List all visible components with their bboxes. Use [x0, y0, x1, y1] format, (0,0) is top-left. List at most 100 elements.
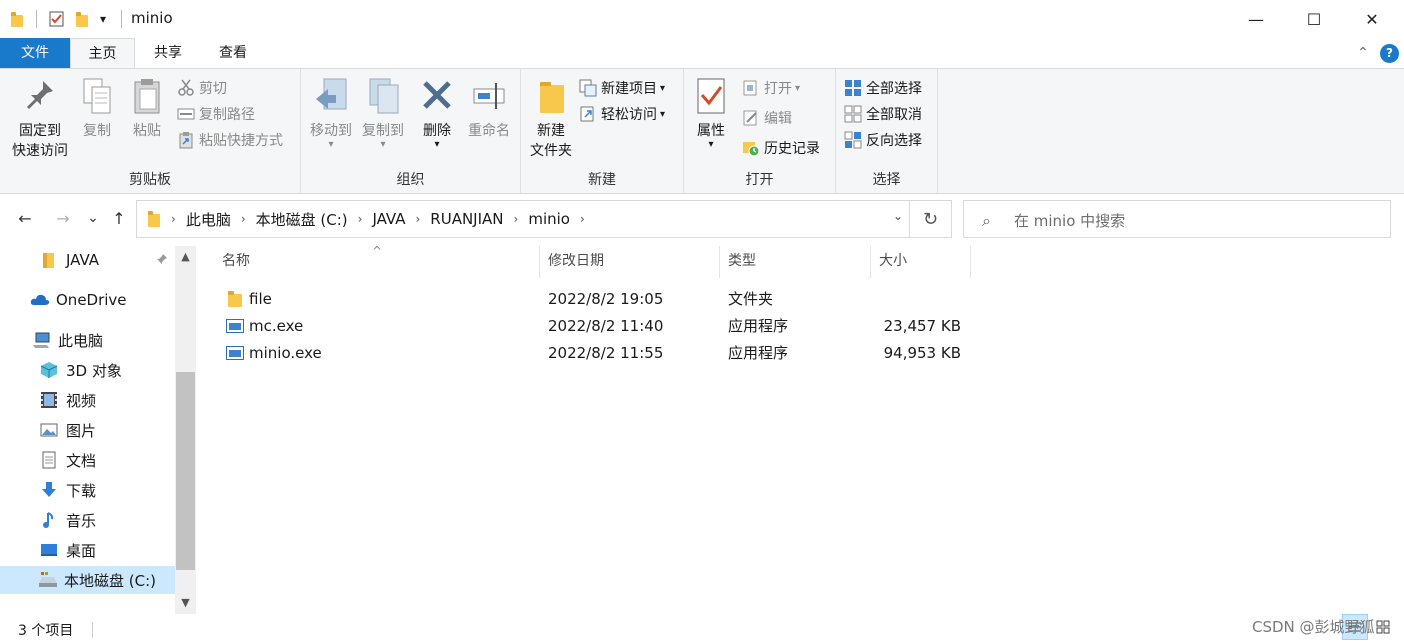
- properties-button[interactable]: 属性 ▾: [690, 75, 732, 150]
- new-item-button[interactable]: 新建项目 ▾: [579, 77, 665, 99]
- sidebar-item[interactable]: 文档: [0, 446, 175, 474]
- chevron-right-icon[interactable]: ›: [413, 212, 422, 226]
- clipboard-group: 固定到 快速访问 复制 粘贴 剪切 复制路径 粘贴快捷方式 剪贴板: [0, 69, 301, 193]
- breadcrumb: › 此电脑 › 本地磁盘 (C:) › JAVA › RUANJIAN › minio ›: [147, 201, 587, 237]
- sidebar-item-label: 图片: [66, 421, 97, 440]
- copy-path-button[interactable]: 复制路径: [177, 103, 255, 125]
- open-button[interactable]: 打开 ▾: [742, 77, 800, 99]
- sidebar-item[interactable]: 桌面: [0, 536, 175, 564]
- cut-button[interactable]: 剪切: [177, 77, 227, 99]
- forward-button[interactable]: →: [52, 206, 74, 230]
- paste-shortcut-icon: [177, 131, 195, 149]
- modified-date-cell: 2022/8/2 11:40: [548, 317, 664, 335]
- scroll-down-button[interactable]: ▼: [175, 592, 196, 614]
- scroll-thumb[interactable]: [176, 372, 195, 570]
- copy-to-button[interactable]: 复制到 ▾: [357, 75, 409, 150]
- new-folder-button[interactable]: 新建 文件夹: [525, 75, 577, 161]
- address-history-dropdown[interactable]: ⌄: [893, 209, 903, 223]
- tab-home[interactable]: 主页: [70, 38, 135, 68]
- close-button[interactable]: ✕: [1343, 0, 1401, 38]
- address-bar[interactable]: › 此电脑 › 本地磁盘 (C:) › JAVA › RUANJIAN › minio › ⌄: [136, 200, 910, 238]
- folder-icon: [226, 291, 244, 307]
- sidebar-item[interactable]: 视频: [0, 386, 175, 414]
- new-folder-quick-access-button[interactable]: [74, 9, 90, 29]
- breadcrumb-item[interactable]: 此电脑: [178, 209, 239, 230]
- select-all-button[interactable]: 全部选择: [844, 77, 922, 99]
- breadcrumb-item[interactable]: JAVA: [364, 210, 413, 228]
- type-cell: 文件夹: [728, 290, 774, 308]
- pin-to-quick-access-button[interactable]: 固定到 快速访问: [6, 75, 74, 161]
- sidebar-item-label: 桌面: [66, 541, 97, 560]
- chevron-right-icon[interactable]: ›: [239, 212, 248, 226]
- scroll-up-button[interactable]: ▲: [175, 246, 196, 268]
- sidebar-item-label: 视频: [66, 391, 97, 410]
- paste-shortcut-button[interactable]: 粘贴快捷方式: [177, 129, 283, 151]
- sidebar-item-label: 此电脑: [58, 331, 104, 350]
- column-header-name[interactable]: 名称 ^: [214, 244, 540, 278]
- title-bar: ▾ minio — ☐ ✕: [0, 0, 1404, 38]
- tab-share[interactable]: 共享: [136, 38, 200, 68]
- move-to-icon: [314, 77, 348, 115]
- desktop-icon: [40, 541, 58, 559]
- sidebar-item[interactable]: 图片: [0, 416, 175, 444]
- select-group: 全部选择 全部取消 反向选择 选择: [836, 69, 938, 193]
- copy-button[interactable]: 复制: [76, 75, 118, 141]
- customize-quick-access-dropdown[interactable]: ▾: [100, 9, 106, 29]
- help-button[interactable]: ?: [1380, 44, 1399, 63]
- invert-selection-button[interactable]: 反向选择: [844, 129, 922, 151]
- sidebar-item[interactable]: 3D 对象: [0, 356, 175, 384]
- rename-button[interactable]: 重命名: [463, 75, 515, 141]
- recent-locations-button[interactable]: ⌄: [84, 206, 102, 230]
- sidebar-item[interactable]: JAVA: [0, 246, 175, 274]
- copy-path-icon: [177, 105, 195, 123]
- search-input[interactable]: ⌕ 在 minio 中搜索: [963, 200, 1391, 238]
- navigation-scrollbar[interactable]: ▲ ▼: [175, 246, 196, 614]
- breadcrumb-item[interactable]: minio: [520, 210, 578, 228]
- search-icon: ⌕: [982, 211, 991, 230]
- sidebar-item[interactable]: 音乐: [0, 506, 175, 534]
- sidebar-item[interactable]: 此电脑: [0, 326, 175, 354]
- maximize-button[interactable]: ☐: [1285, 0, 1343, 38]
- organize-group: 移动到 ▾ 复制到 ▾ 删除 ▾ 重命名 组织: [301, 69, 521, 193]
- tab-file[interactable]: 文件: [0, 38, 70, 68]
- history-button[interactable]: 历史记录: [742, 137, 820, 159]
- sidebar-item[interactable]: OneDrive: [0, 286, 175, 314]
- table-row[interactable]: minio.exe 2022/8/2 11:55 应用程序 94,953 KB: [214, 340, 974, 367]
- edit-button[interactable]: 编辑: [742, 107, 792, 129]
- easy-access-button[interactable]: 轻松访问 ▾: [579, 103, 665, 125]
- move-to-button[interactable]: 移动到 ▾: [305, 75, 357, 150]
- table-row[interactable]: file 2022/8/2 19:05 文件夹: [214, 286, 974, 313]
- tab-view[interactable]: 查看: [200, 38, 266, 68]
- file-list: 名称 ^ 修改日期 类型 大小 file 2022/8/2 19:05 文件夹 mc.…: [214, 244, 1404, 614]
- breadcrumb-item[interactable]: 本地磁盘 (C:): [248, 209, 356, 230]
- breadcrumb-item[interactable]: RUANJIAN: [422, 210, 511, 228]
- minimize-button[interactable]: —: [1227, 0, 1285, 38]
- select-none-button[interactable]: 全部取消: [844, 103, 922, 125]
- copy-to-icon: [366, 77, 400, 115]
- chevron-right-icon[interactable]: ›: [512, 212, 521, 226]
- up-button[interactable]: ↑: [108, 206, 130, 230]
- sidebar-item[interactable]: 本地磁盘 (C:): [0, 566, 175, 594]
- sidebar-item-label: 音乐: [66, 511, 97, 530]
- collapse-ribbon-button[interactable]: ⌃: [1352, 38, 1374, 68]
- chevron-right-icon[interactable]: ›: [578, 212, 587, 226]
- status-bar: 3 个项目: [0, 614, 1404, 644]
- paste-button[interactable]: 粘贴: [126, 75, 168, 141]
- refresh-button[interactable]: ↻: [910, 200, 952, 238]
- new-item-icon: [579, 79, 597, 97]
- sidebar-item-label: OneDrive: [56, 291, 127, 309]
- folder-icon: [40, 251, 58, 269]
- delete-button[interactable]: 删除 ▾: [417, 75, 457, 150]
- back-button[interactable]: ←: [14, 206, 36, 230]
- open-icon: [742, 79, 760, 97]
- table-row[interactable]: mc.exe 2022/8/2 11:40 应用程序 23,457 KB: [214, 313, 974, 340]
- chevron-right-icon[interactable]: ›: [356, 212, 365, 226]
- column-header-type[interactable]: 类型: [720, 246, 871, 278]
- column-header-modified[interactable]: 修改日期: [540, 246, 720, 278]
- copy-icon: [80, 77, 114, 115]
- column-header-size[interactable]: 大小: [871, 246, 971, 278]
- easy-access-icon: [579, 105, 597, 123]
- sidebar-item[interactable]: 下载: [0, 476, 175, 504]
- properties-quick-access-button[interactable]: [48, 9, 66, 29]
- type-cell: 应用程序: [728, 317, 789, 335]
